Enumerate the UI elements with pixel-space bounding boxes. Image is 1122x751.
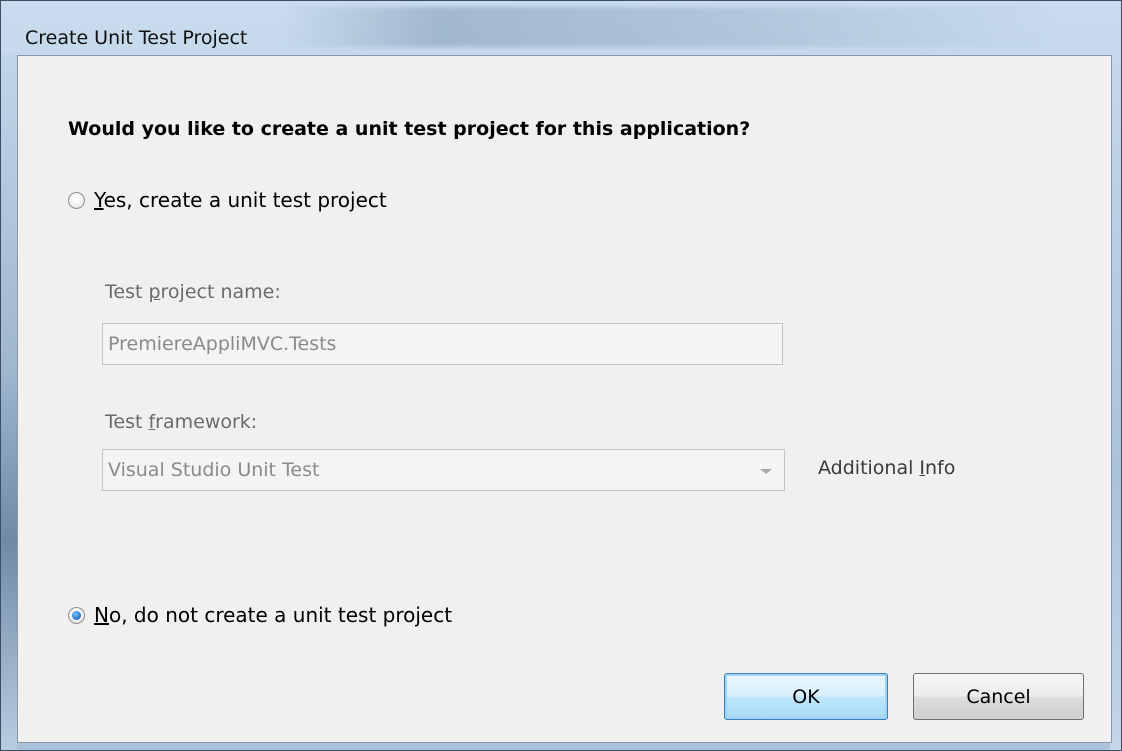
- window-frame-left: [1, 55, 17, 750]
- title-bar-glass: [281, 7, 1061, 47]
- test-project-name-label-post: roject name:: [160, 281, 281, 303]
- dialog-client-area: Would you like to create a unit test pro…: [17, 55, 1112, 743]
- test-project-name-label-pre: Test: [105, 281, 149, 303]
- no-option-label: No, do not create a unit test project: [94, 603, 452, 627]
- test-project-name-input[interactable]: PremiereAppliMVC.Tests: [102, 323, 783, 365]
- test-project-name-label: Test project name:: [105, 281, 281, 303]
- no-option-accel: N: [94, 603, 109, 627]
- yes-option-accel: Y: [94, 188, 104, 212]
- test-framework-label-post: ramework:: [155, 411, 258, 433]
- ok-button[interactable]: OK: [724, 673, 888, 720]
- yes-option-text: es, create a unit test project: [103, 188, 387, 212]
- additional-info-post: nfo: [925, 457, 956, 479]
- yes-radio-button[interactable]: [68, 191, 85, 209]
- title-bar[interactable]: Create Unit Test Project: [1, 1, 1121, 55]
- no-option-text: o, do not create a unit test project: [108, 603, 453, 627]
- test-framework-label: Test framework:: [105, 411, 257, 433]
- no-radio-button[interactable]: [68, 606, 85, 624]
- test-framework-select[interactable]: Visual Studio Unit Test: [102, 449, 785, 491]
- additional-info-link[interactable]: Additional Info: [818, 457, 955, 479]
- test-framework-label-pre: Test: [105, 411, 149, 433]
- cancel-button[interactable]: Cancel: [913, 673, 1084, 720]
- test-project-name-label-accel: p: [148, 281, 161, 303]
- yes-option-label: Yes, create a unit test project: [94, 188, 387, 212]
- window-title: Create Unit Test Project: [25, 27, 248, 49]
- dialog-question: Would you like to create a unit test pro…: [68, 118, 751, 140]
- additional-info-pre: Additional: [818, 457, 920, 479]
- yes-create-test-project-option[interactable]: Yes, create a unit test project: [68, 188, 387, 212]
- test-framework-selected-value: Visual Studio Unit Test: [108, 459, 320, 481]
- chevron-down-icon[interactable]: [760, 469, 772, 474]
- dialog-window: Create Unit Test Project Would you like …: [0, 0, 1122, 751]
- no-create-test-project-option[interactable]: No, do not create a unit test project: [68, 603, 452, 627]
